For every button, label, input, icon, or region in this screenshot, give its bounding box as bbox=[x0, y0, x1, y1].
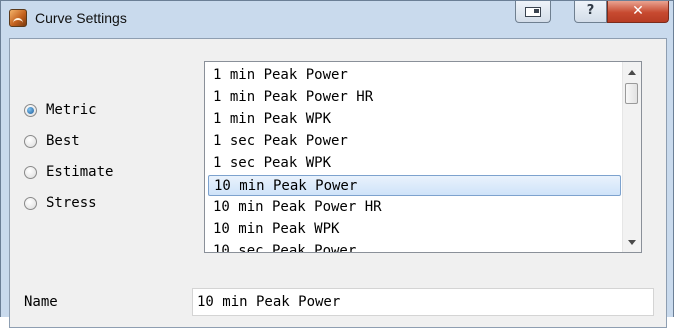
radio-label[interactable]: Best bbox=[46, 133, 80, 149]
window-title: Curve Settings bbox=[35, 10, 127, 26]
list-item[interactable]: 1 min Peak Power HR bbox=[208, 87, 621, 108]
dialog-content: Metric Best Estimate Stress 1 min Peak P… bbox=[9, 38, 667, 328]
list-item[interactable]: 10 min Peak Power HR bbox=[208, 197, 621, 218]
help-button[interactable]: ? bbox=[574, 1, 607, 23]
radio-best[interactable]: Best bbox=[24, 133, 144, 164]
radio-circle[interactable] bbox=[24, 104, 37, 117]
radio-circle[interactable] bbox=[24, 135, 37, 148]
scroll-down-arrow-icon[interactable] bbox=[628, 240, 636, 245]
radio-label[interactable]: Metric bbox=[46, 102, 97, 118]
name-label: Name bbox=[24, 294, 58, 310]
list-item[interactable]: 1 min Peak WPK bbox=[208, 109, 621, 130]
radio-label[interactable]: Stress bbox=[46, 195, 97, 211]
list-item-selected[interactable]: 10 min Peak Power bbox=[208, 175, 621, 196]
dialog-window: Curve Settings ? ✕ Metric Best Estimate … bbox=[0, 0, 674, 328]
title-bar[interactable]: Curve Settings ? ✕ bbox=[1, 1, 673, 38]
list-item[interactable]: 10 min Peak WPK bbox=[208, 219, 621, 240]
scroll-thumb[interactable] bbox=[625, 83, 638, 104]
radio-circle[interactable] bbox=[24, 166, 37, 179]
list-item[interactable]: 1 sec Peak WPK bbox=[208, 153, 621, 174]
radio-estimate[interactable]: Estimate bbox=[24, 164, 144, 195]
close-button[interactable]: ✕ bbox=[607, 1, 669, 23]
radio-stress[interactable]: Stress bbox=[24, 195, 144, 226]
metric-listbox[interactable]: 1 min Peak Power 1 min Peak Power HR 1 m… bbox=[204, 61, 642, 253]
window-extra-icon bbox=[525, 7, 541, 17]
curve-type-radio-group: Metric Best Estimate Stress bbox=[24, 102, 144, 226]
vertical-scrollbar[interactable] bbox=[622, 62, 641, 252]
radio-metric[interactable]: Metric bbox=[24, 102, 144, 133]
list-item[interactable]: 1 min Peak Power bbox=[208, 65, 621, 86]
list-item[interactable]: 10 sec Peak Power bbox=[208, 241, 621, 252]
name-input[interactable]: 10 min Peak Power bbox=[192, 288, 654, 316]
app-icon bbox=[9, 9, 27, 27]
scroll-up-arrow-icon[interactable] bbox=[628, 70, 636, 75]
window-extra-button[interactable] bbox=[515, 1, 551, 23]
radio-circle[interactable] bbox=[24, 197, 37, 210]
list-item[interactable]: 1 sec Peak Power bbox=[208, 131, 621, 152]
radio-label[interactable]: Estimate bbox=[46, 164, 113, 180]
